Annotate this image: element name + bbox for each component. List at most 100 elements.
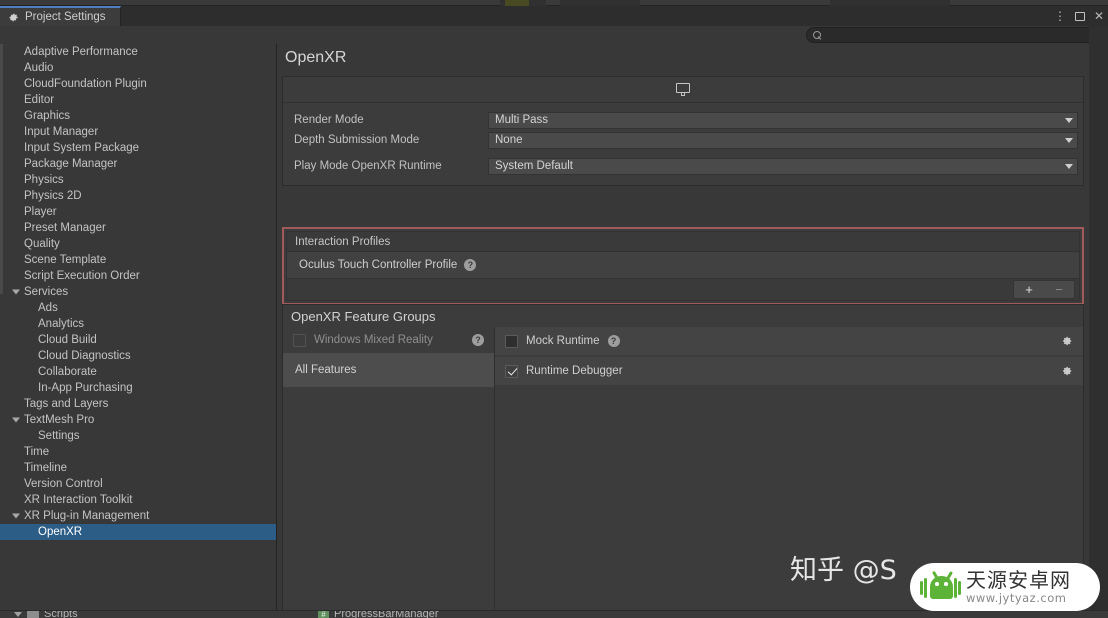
bottom-asset-item[interactable]: # ProgressBarManager bbox=[318, 611, 439, 618]
feature-group-windows-mixed-reality[interactable]: Windows Mixed Reality? bbox=[283, 327, 494, 353]
setting-row: Depth Submission Mode None bbox=[283, 131, 1083, 149]
sidebar-item-services[interactable]: Services bbox=[0, 284, 276, 300]
settings-sidebar[interactable]: Adaptive Performance Audio CloudFoundation… bbox=[0, 44, 277, 610]
sidebar-item-audio[interactable]: Audio bbox=[0, 60, 276, 76]
gear-icon bbox=[8, 12, 19, 23]
feature-label: Runtime Debugger bbox=[526, 365, 623, 377]
sidebar-item-adaptive-performance[interactable]: Adaptive Performance bbox=[0, 44, 276, 60]
search-row bbox=[0, 26, 1108, 44]
sidebar-item-settings[interactable]: Settings bbox=[0, 428, 276, 444]
sidebar-item-openxr[interactable]: OpenXR bbox=[0, 524, 276, 540]
sidebar-item-cloud-build[interactable]: Cloud Build bbox=[0, 332, 276, 348]
sidebar-item-version-control[interactable]: Version Control bbox=[0, 476, 276, 492]
sidebar-item-collaborate[interactable]: Collaborate bbox=[0, 364, 276, 380]
interaction-profiles-section: Interaction Profiles Oculus Touch Contro… bbox=[282, 227, 1084, 305]
interaction-profile-item[interactable]: Oculus Touch Controller Profile? bbox=[287, 256, 1079, 274]
sidebar-item-label: Cloud Diagnostics bbox=[38, 350, 131, 362]
help-icon[interactable]: ? bbox=[607, 335, 620, 347]
sidebar-item-label: Physics bbox=[24, 174, 64, 186]
sidebar-item-physics[interactable]: Physics bbox=[0, 172, 276, 188]
feature-groups-list[interactable]: Windows Mixed Reality? All Features bbox=[283, 327, 495, 610]
gear-icon[interactable] bbox=[1060, 365, 1073, 378]
remove-profile-button[interactable]: − bbox=[1055, 283, 1063, 296]
window-menu-icon[interactable]: ⋮ bbox=[1054, 10, 1066, 22]
sidebar-item-label: Quality bbox=[24, 238, 60, 250]
interaction-profile-label: Oculus Touch Controller Profile bbox=[299, 259, 458, 271]
sidebar-item-player[interactable]: Player bbox=[0, 204, 276, 220]
sidebar-item-label: XR Plug-in Management bbox=[24, 510, 150, 522]
sidebar-item-label: Player bbox=[24, 206, 57, 218]
search-box[interactable] bbox=[806, 27, 1096, 43]
platform-tab-bar[interactable] bbox=[283, 77, 1083, 103]
feature-checkbox[interactable] bbox=[505, 364, 518, 378]
sidebar-item-label: TextMesh Pro bbox=[24, 414, 95, 426]
bottom-project-strip: Scripts # ProgressBarManager bbox=[0, 610, 1108, 618]
sidebar-item-xr-interaction-toolkit[interactable]: XR Interaction Toolkit bbox=[0, 492, 276, 508]
sidebar-item-input-manager[interactable]: Input Manager bbox=[0, 124, 276, 140]
sidebar-item-preset-manager[interactable]: Preset Manager bbox=[0, 220, 276, 236]
search-input[interactable] bbox=[822, 29, 1089, 41]
sidebar-item-tags-and-layers[interactable]: Tags and Layers bbox=[0, 396, 276, 412]
sidebar-item-package-manager[interactable]: Package Manager bbox=[0, 156, 276, 172]
sidebar-item-scene-template[interactable]: Scene Template bbox=[0, 252, 276, 268]
sidebar-item-time[interactable]: Time bbox=[0, 444, 276, 460]
sidebar-item-timeline[interactable]: Timeline bbox=[0, 460, 276, 476]
sidebar-item-xr-plug-in-management[interactable]: XR Plug-in Management bbox=[0, 508, 276, 524]
feature-group-checkbox[interactable] bbox=[293, 333, 306, 347]
dropdown-depth-submission-mode[interactable]: None bbox=[488, 131, 1078, 149]
feature-group-all-features[interactable]: All Features bbox=[283, 353, 494, 387]
sidebar-item-in-app-purchasing[interactable]: In-App Purchasing bbox=[0, 380, 276, 396]
sidebar-item-cloudfoundation-plugin[interactable]: CloudFoundation Plugin bbox=[0, 76, 276, 92]
sidebar-item-quality[interactable]: Quality bbox=[0, 236, 276, 252]
desktop-monitor-icon[interactable] bbox=[675, 82, 691, 97]
sidebar-item-cloud-diagnostics[interactable]: Cloud Diagnostics bbox=[0, 348, 276, 364]
right-edge-background bbox=[1089, 26, 1108, 618]
dropdown-value: Multi Pass bbox=[495, 114, 549, 126]
feature-groups-title: OpenXR Feature Groups bbox=[291, 308, 436, 324]
add-profile-button[interactable]: + bbox=[1025, 283, 1033, 296]
sidebar-item-label: Ads bbox=[38, 302, 58, 314]
sidebar-item-graphics[interactable]: Graphics bbox=[0, 108, 276, 124]
sidebar-item-label: Settings bbox=[38, 430, 80, 442]
sidebar-item-label: Timeline bbox=[24, 462, 68, 474]
foldout-triangle-icon[interactable] bbox=[12, 417, 20, 423]
sidebar-item-editor[interactable]: Editor bbox=[0, 92, 276, 108]
project-settings-window: Project Settings ⋮ ✕ Adaptive Performanc… bbox=[0, 0, 1108, 618]
sidebar-item-label: Collaborate bbox=[38, 366, 97, 378]
sidebar-item-physics-2d[interactable]: Physics 2D bbox=[0, 188, 276, 204]
sidebar-item-label: Time bbox=[24, 446, 50, 458]
foldout-triangle-icon[interactable] bbox=[12, 513, 20, 519]
tab-project-settings[interactable]: Project Settings bbox=[0, 6, 121, 26]
foldout-triangle-icon[interactable] bbox=[12, 289, 20, 295]
sidebar-item-label: Script Execution Order bbox=[24, 270, 140, 282]
sidebar-item-textmesh-pro[interactable]: TextMesh Pro bbox=[0, 412, 276, 428]
interaction-profiles-list: Oculus Touch Controller Profile? bbox=[287, 252, 1079, 278]
close-icon[interactable]: ✕ bbox=[1094, 10, 1104, 22]
dropdown-render-mode[interactable]: Multi Pass bbox=[488, 111, 1078, 129]
setting-label: Render Mode bbox=[294, 114, 364, 126]
dropdown-play-mode-openxr-runtime[interactable]: System Default bbox=[488, 157, 1078, 175]
sidebar-item-label: Scene Template bbox=[24, 254, 107, 266]
feature-row-runtime-debugger[interactable]: Runtime Debugger bbox=[495, 357, 1083, 385]
feature-checkbox[interactable] bbox=[505, 334, 518, 348]
sidebar-item-label: OpenXR bbox=[38, 526, 83, 538]
help-icon[interactable]: ? bbox=[464, 259, 477, 271]
setting-row: Play Mode OpenXR Runtime System Default bbox=[283, 157, 1083, 175]
sidebar-item-label: Physics 2D bbox=[24, 190, 82, 202]
sidebar-item-analytics[interactable]: Analytics bbox=[0, 316, 276, 332]
maximize-icon[interactable] bbox=[1074, 11, 1085, 21]
gear-icon[interactable] bbox=[1060, 335, 1073, 348]
feature-row-mock-runtime[interactable]: Mock Runtime? bbox=[495, 327, 1083, 355]
sidebar-list: Adaptive Performance Audio CloudFoundation… bbox=[0, 44, 276, 540]
sidebar-item-ads[interactable]: Ads bbox=[0, 300, 276, 316]
sidebar-item-script-execution-order[interactable]: Script Execution Order bbox=[0, 268, 276, 284]
openxr-settings-panel: Render Mode Multi Pass Depth Submission Mo… bbox=[282, 76, 1084, 186]
interaction-profiles-buttons: + − bbox=[1013, 280, 1075, 299]
bottom-scripts-folder[interactable]: Scripts bbox=[14, 611, 78, 618]
sidebar-item-label: Preset Manager bbox=[24, 222, 106, 234]
help-icon[interactable]: ? bbox=[472, 334, 484, 346]
setting-label: Play Mode OpenXR Runtime bbox=[294, 160, 442, 172]
window-titlebar: Project Settings ⋮ ✕ bbox=[0, 6, 1108, 26]
sidebar-item-label: Audio bbox=[24, 62, 54, 74]
sidebar-item-input-system-package[interactable]: Input System Package bbox=[0, 140, 276, 156]
